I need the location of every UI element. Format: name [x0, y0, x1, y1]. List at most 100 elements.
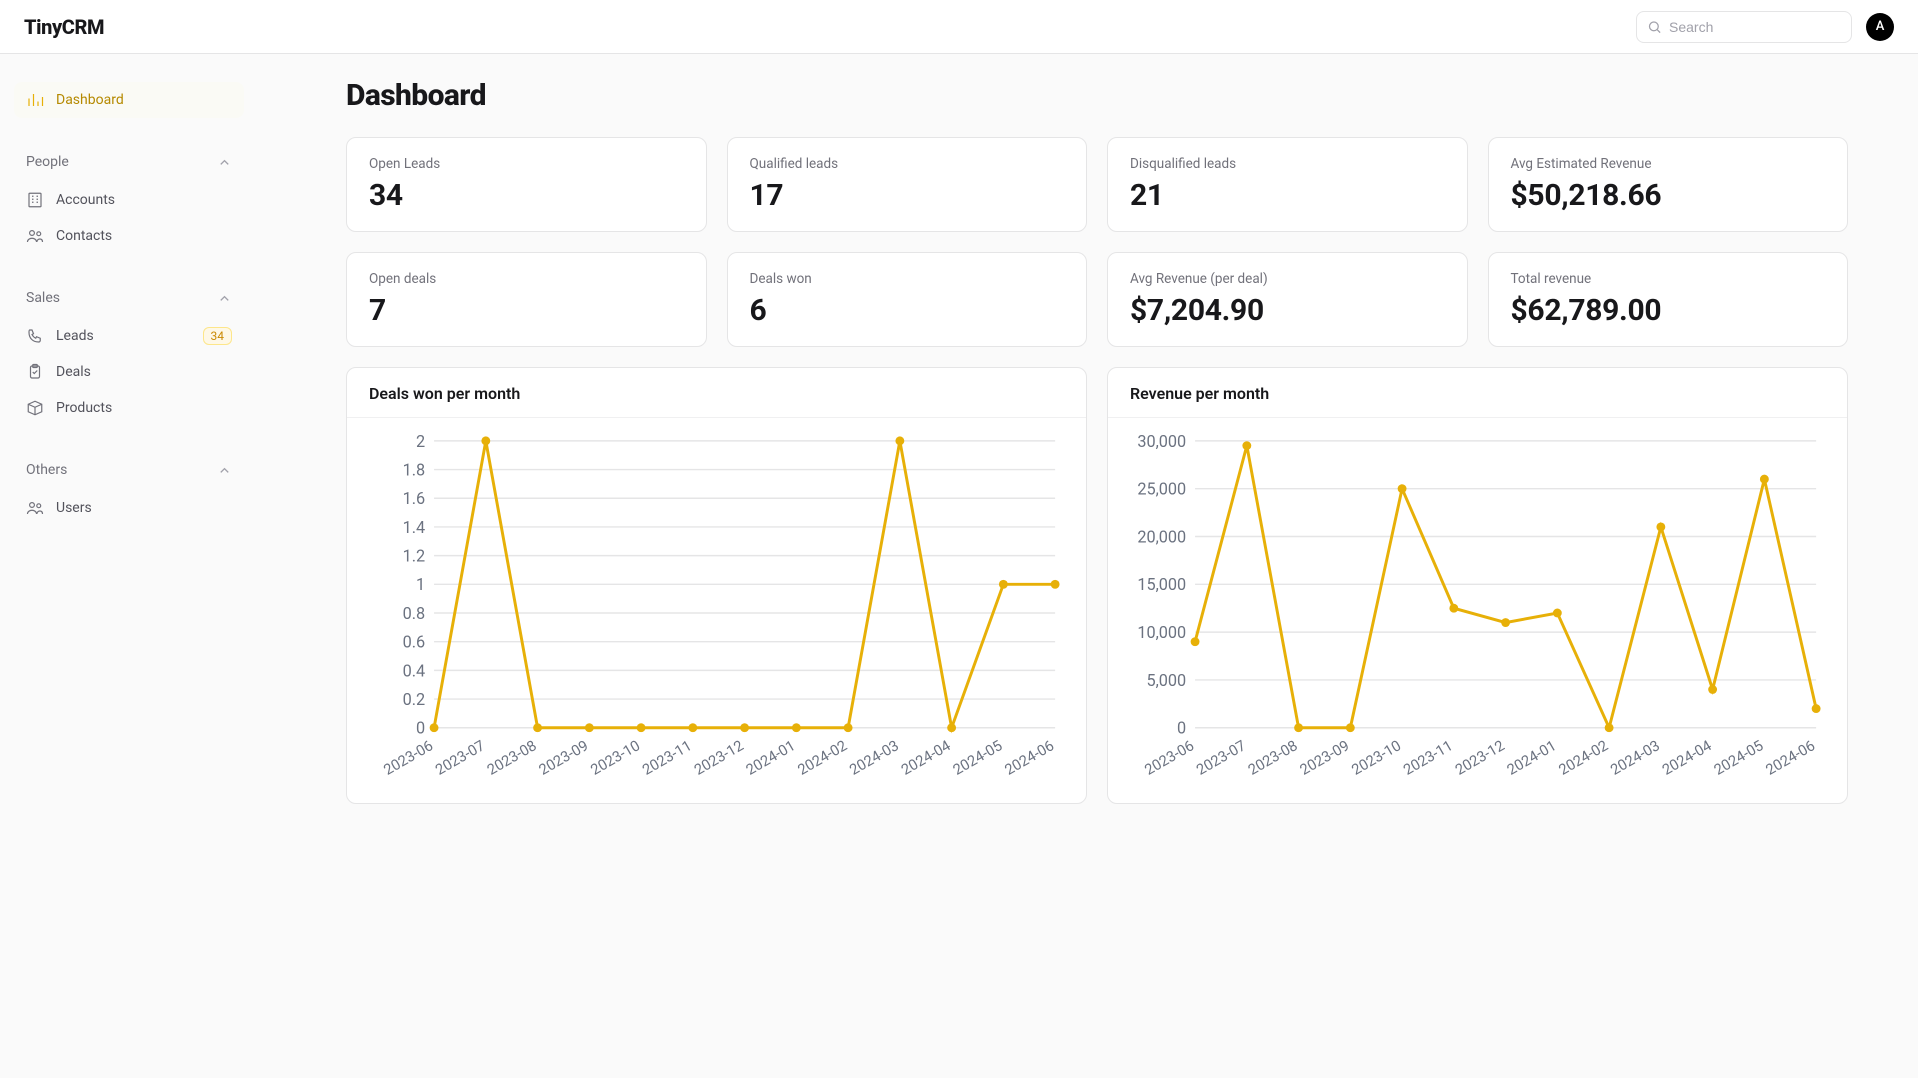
brand: TinyCRM	[24, 15, 104, 39]
kpi-value: $50,218.66	[1511, 178, 1826, 213]
chart-grid: Deals won per month00.20.40.60.811.21.41…	[346, 367, 1848, 804]
chart-body: 00.20.40.60.811.21.41.61.822023-062023-0…	[347, 418, 1086, 793]
svg-text:2024-01: 2024-01	[1504, 736, 1560, 779]
svg-text:2023-07: 2023-07	[1193, 736, 1249, 779]
svg-text:2023-06: 2023-06	[1141, 736, 1197, 779]
svg-text:1.8: 1.8	[403, 460, 426, 479]
svg-text:10,000: 10,000	[1137, 623, 1186, 642]
svg-text:15,000: 15,000	[1137, 575, 1186, 594]
kpi-label: Open deals	[369, 271, 684, 287]
sidebar-item-contacts[interactable]: Contacts	[14, 218, 244, 254]
line-chart: 00.20.40.60.811.21.41.61.822023-062023-0…	[369, 432, 1064, 787]
sidebar-item-label: Accounts	[56, 192, 115, 208]
svg-text:2024-02: 2024-02	[794, 736, 850, 779]
svg-text:1.2: 1.2	[403, 547, 426, 566]
kpi-card: Avg Revenue (per deal)$7,204.90	[1107, 252, 1468, 347]
sidebar-item-leads[interactable]: Leads34	[14, 318, 244, 354]
svg-text:2023-11: 2023-11	[1400, 736, 1456, 779]
phone-icon	[26, 327, 44, 345]
sidebar-item-label: Products	[56, 400, 112, 416]
sidebar-group-others[interactable]: Others	[14, 452, 244, 484]
chart-body: 05,00010,00015,00020,00025,00030,0002023…	[1108, 418, 1847, 793]
svg-text:2024-02: 2024-02	[1555, 736, 1611, 779]
chevron-up-icon	[217, 463, 232, 478]
kpi-value: 6	[750, 293, 1065, 328]
sidebar-item-label: Deals	[56, 364, 91, 380]
sidebar-item-label: Dashboard	[56, 92, 124, 108]
chart-icon	[26, 91, 44, 109]
chevron-up-icon	[217, 291, 232, 306]
clipboard-icon	[26, 363, 44, 381]
kpi-card: Avg Estimated Revenue $50,218.66	[1488, 137, 1849, 232]
kpi-card: Disqualified leads21	[1107, 137, 1468, 232]
sidebar-item-label: Users	[56, 500, 92, 516]
search-input[interactable]	[1636, 11, 1852, 43]
page-title: Dashboard	[346, 78, 1848, 113]
kpi-label: Disqualified leads	[1130, 156, 1445, 172]
svg-text:2024-04: 2024-04	[1659, 736, 1715, 779]
kpi-label: Avg Estimated Revenue	[1511, 156, 1826, 172]
svg-text:0.2: 0.2	[403, 690, 426, 709]
svg-text:2023-11: 2023-11	[639, 736, 695, 779]
kpi-card: Open deals 7	[346, 252, 707, 347]
kpi-card: Qualified leads17	[727, 137, 1088, 232]
sidebar-group-label: Others	[26, 462, 67, 478]
svg-text:2024-04: 2024-04	[898, 736, 954, 779]
svg-text:2024-03: 2024-03	[1607, 736, 1663, 779]
svg-text:2023-09: 2023-09	[1297, 736, 1353, 779]
svg-text:2: 2	[416, 432, 425, 451]
svg-text:2023-07: 2023-07	[432, 736, 488, 779]
kpi-label: Open Leads	[369, 156, 684, 172]
svg-text:0.4: 0.4	[403, 661, 426, 680]
kpi-value: 34	[369, 178, 684, 213]
main: Dashboard Open Leads34Qualified leads17D…	[258, 54, 1918, 1078]
search-field[interactable]	[1636, 11, 1852, 43]
sidebar-group-people[interactable]: People	[14, 144, 244, 176]
kpi-card: Open Leads 34	[346, 137, 707, 232]
line-chart: 05,00010,00015,00020,00025,00030,0002023…	[1130, 432, 1825, 787]
svg-text:2024-06: 2024-06	[1762, 736, 1818, 779]
users-icon	[26, 227, 44, 245]
avatar[interactable]: A	[1866, 13, 1894, 41]
svg-text:2024-05: 2024-05	[1711, 736, 1767, 779]
chart-card: Revenue per month05,00010,00015,00020,00…	[1107, 367, 1848, 804]
kpi-label: Qualified leads	[750, 156, 1065, 172]
svg-text:2023-10: 2023-10	[1348, 736, 1404, 779]
svg-text:2024-03: 2024-03	[846, 736, 902, 779]
sidebar-group-label: People	[26, 154, 69, 170]
sidebar-item-deals[interactable]: Deals	[14, 354, 244, 390]
svg-text:25,000: 25,000	[1137, 480, 1186, 499]
sidebar-item-users[interactable]: Users	[14, 490, 244, 526]
sidebar-item-products[interactable]: Products	[14, 390, 244, 426]
kpi-value: 7	[369, 293, 684, 328]
sidebar-item-accounts[interactable]: Accounts	[14, 182, 244, 218]
svg-text:2024-06: 2024-06	[1001, 736, 1057, 779]
sidebar-item-dashboard[interactable]: Dashboard	[14, 82, 244, 118]
package-icon	[26, 399, 44, 417]
kpi-label: Total revenue	[1511, 271, 1826, 287]
building-icon	[26, 191, 44, 209]
svg-text:20,000: 20,000	[1137, 527, 1186, 546]
search-icon	[1647, 19, 1662, 34]
svg-text:0: 0	[416, 719, 425, 738]
sidebar-group-sales[interactable]: Sales	[14, 280, 244, 312]
kpi-label: Deals won	[750, 271, 1065, 287]
svg-text:2024-05: 2024-05	[950, 736, 1006, 779]
kpi-value: $62,789.00	[1511, 293, 1826, 328]
svg-text:2023-12: 2023-12	[1452, 736, 1508, 779]
svg-text:2023-09: 2023-09	[536, 736, 592, 779]
svg-text:2023-08: 2023-08	[1245, 736, 1301, 779]
svg-text:5,000: 5,000	[1146, 671, 1186, 690]
svg-text:0.6: 0.6	[403, 633, 426, 652]
svg-text:1: 1	[416, 575, 425, 594]
svg-text:2024-01: 2024-01	[743, 736, 799, 779]
svg-text:2023-08: 2023-08	[484, 736, 540, 779]
svg-text:0: 0	[1177, 719, 1186, 738]
sidebar-item-label: Contacts	[56, 228, 112, 244]
sidebar: Dashboard People Accounts Contacts Sales Lea…	[0, 54, 258, 1078]
kpi-card: Deals won 6	[727, 252, 1088, 347]
chart-card: Deals won per month00.20.40.60.811.21.41…	[346, 367, 1087, 804]
svg-text:1.6: 1.6	[403, 489, 426, 508]
kpi-card: Total revenue $62,789.00	[1488, 252, 1849, 347]
sidebar-item-label: Leads	[56, 328, 94, 344]
